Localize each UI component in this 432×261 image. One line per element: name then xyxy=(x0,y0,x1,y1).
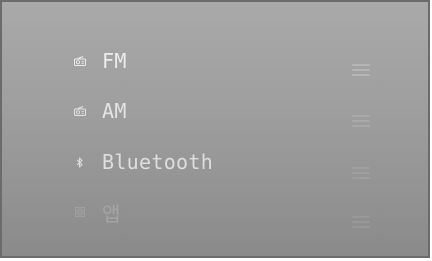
drag-handle-icon[interactable] xyxy=(352,216,370,228)
bluetooth-icon xyxy=(72,156,88,168)
source-item-bluetooth[interactable]: Bluetooth xyxy=(72,145,370,179)
source-item-label: Bluetooth xyxy=(102,150,214,174)
radio-icon xyxy=(72,106,88,116)
drag-handle-icon[interactable] xyxy=(352,115,370,127)
radio-icon xyxy=(72,56,88,66)
source-item-apps[interactable]: 앱 xyxy=(72,195,370,229)
source-item-label: 앱 xyxy=(102,201,121,226)
source-item-am[interactable]: AM xyxy=(72,94,370,128)
drag-handle-icon[interactable] xyxy=(352,167,370,179)
source-item-label: FM xyxy=(102,49,127,73)
source-list-panel: FM AM Bluetooth 앱 xyxy=(0,0,430,258)
source-item-fm[interactable]: FM xyxy=(72,44,370,78)
source-item-label: AM xyxy=(102,99,127,123)
drag-handle-icon[interactable] xyxy=(352,64,370,76)
apps-grid-icon xyxy=(72,207,88,217)
